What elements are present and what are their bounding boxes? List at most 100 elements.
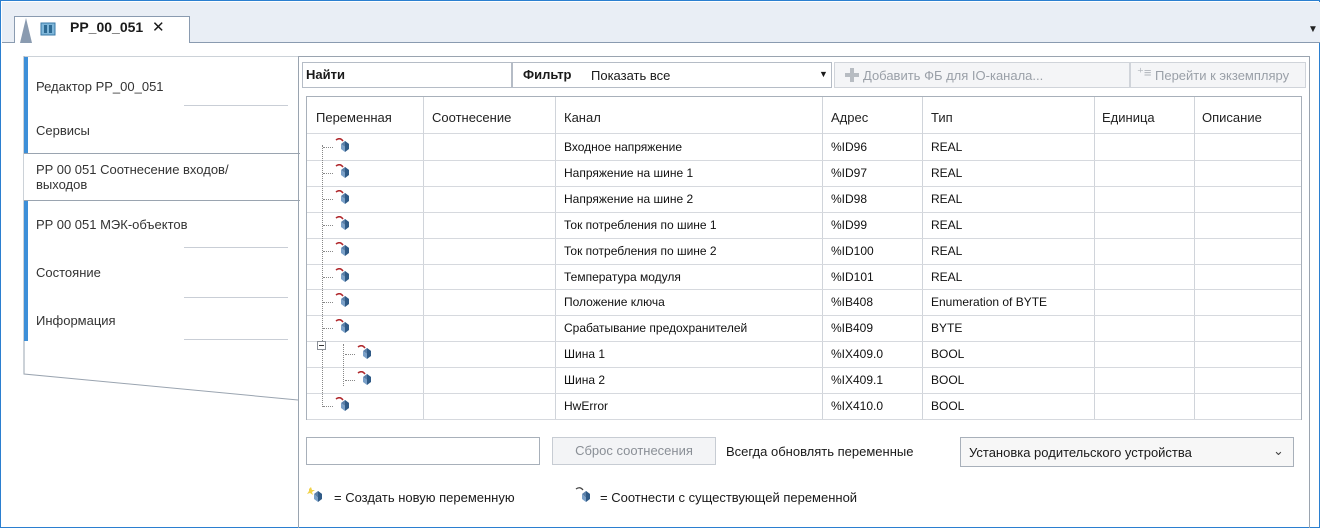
cell-channel: Шина 2 bbox=[564, 373, 606, 387]
goto-instance-label: Перейти к экземпляру bbox=[1155, 68, 1290, 83]
add-fb-label: Добавить ФБ для IO-канала... bbox=[863, 68, 1044, 83]
nav-item-services[interactable]: Сервисы bbox=[24, 109, 298, 153]
device-icon bbox=[40, 22, 56, 36]
col-header-mapping[interactable]: Соотнесение bbox=[432, 110, 511, 125]
cell-address: %ID101 bbox=[831, 270, 874, 284]
variable-icon[interactable] bbox=[334, 242, 354, 258]
main-pane-border bbox=[298, 56, 299, 528]
variable-icon[interactable] bbox=[334, 138, 354, 154]
tree-branch bbox=[323, 199, 333, 201]
nav-accent bbox=[24, 201, 28, 249]
cell-address: %IB409 bbox=[831, 321, 874, 335]
variable-icon[interactable] bbox=[334, 216, 354, 232]
cell-channel: Ток потребления по шине 2 bbox=[564, 244, 717, 258]
nav-divider bbox=[184, 297, 288, 298]
always-update-label: Всегда обновлять переменные bbox=[726, 444, 914, 459]
filter-value: Показать все bbox=[591, 68, 671, 83]
legend-new-var: = Создать новую переменную bbox=[334, 490, 515, 505]
tree-branch bbox=[323, 147, 333, 149]
nav-accent bbox=[24, 57, 28, 109]
table-row[interactable] bbox=[307, 289, 1301, 315]
tree-branch bbox=[323, 251, 333, 253]
map-existing-icon bbox=[575, 487, 590, 502]
goto-instance-icon: ⁺≡ bbox=[1137, 65, 1152, 80]
nav-item-status[interactable]: Состояние bbox=[24, 249, 298, 299]
variable-icon[interactable] bbox=[334, 268, 354, 284]
collapse-toggle[interactable] bbox=[317, 341, 326, 350]
cell-channel: Шина 1 bbox=[564, 347, 606, 361]
col-header-address[interactable]: Адрес bbox=[831, 110, 868, 125]
cell-address: %ID97 bbox=[831, 166, 868, 180]
nav-item-iec-objects[interactable]: PP 00 051 МЭК-объектов bbox=[24, 201, 298, 249]
nav-item-label: Редактор PP_00_051 bbox=[36, 79, 164, 94]
col-header-channel[interactable]: Канал bbox=[564, 110, 601, 125]
col-header-description[interactable]: Описание bbox=[1202, 110, 1262, 125]
col-header-variable[interactable]: Переменная bbox=[316, 110, 392, 125]
tab-slant bbox=[20, 18, 32, 43]
variable-icon[interactable] bbox=[356, 345, 376, 361]
nav-item-io-mapping[interactable]: PP 00 051 Соотнесение входов/выходов bbox=[24, 153, 300, 201]
table-row[interactable] bbox=[307, 212, 1301, 238]
nav-divider bbox=[184, 105, 288, 106]
variable-icon[interactable] bbox=[334, 397, 354, 413]
cell-address: %IX409.0 bbox=[831, 347, 884, 361]
cell-type: REAL bbox=[931, 166, 963, 180]
cell-channel: HwError bbox=[564, 399, 608, 413]
table-row[interactable] bbox=[307, 341, 1301, 367]
tree-line bbox=[322, 145, 324, 407]
nav-item-editor[interactable]: Редактор PP_00_051 bbox=[24, 57, 298, 109]
variable-icon[interactable] bbox=[356, 371, 376, 387]
cell-channel: Напряжение на шине 2 bbox=[564, 192, 694, 206]
cell-type: BOOL bbox=[931, 373, 965, 387]
variable-icon[interactable] bbox=[334, 293, 354, 309]
filter-dropdown[interactable]: Фильтр Показать все ▼ bbox=[512, 62, 832, 88]
cell-type: REAL bbox=[931, 140, 963, 154]
nav-divider bbox=[184, 247, 288, 248]
update-mode-select[interactable]: Установка родительского устройства ⌄ bbox=[960, 437, 1294, 467]
table-row[interactable] bbox=[307, 264, 1301, 290]
col-header-unit[interactable]: Единица bbox=[1102, 110, 1155, 125]
tree-branch bbox=[323, 173, 333, 175]
chevron-down-icon: ▼ bbox=[819, 69, 828, 79]
col-header-type[interactable]: Тип bbox=[931, 110, 953, 125]
add-fb-button[interactable]: Добавить ФБ для IO-канала... bbox=[834, 62, 1130, 88]
tree-branch bbox=[345, 380, 355, 382]
table-row[interactable] bbox=[307, 315, 1301, 341]
close-icon[interactable]: ✕ bbox=[152, 18, 165, 36]
cell-channel: Срабатывание предохранителей bbox=[564, 321, 748, 335]
cell-type: REAL bbox=[931, 270, 963, 284]
legend-map-existing: = Соотнести с существующей переменной bbox=[600, 490, 858, 505]
tree-branch bbox=[323, 277, 333, 279]
table-row[interactable] bbox=[307, 160, 1301, 186]
nav-item-info[interactable]: Информация bbox=[24, 299, 298, 341]
table-row[interactable] bbox=[307, 186, 1301, 212]
chevron-down-icon[interactable]: ▼ bbox=[1308, 24, 1318, 35]
cell-type: REAL bbox=[931, 192, 963, 206]
tree-line bbox=[343, 344, 345, 386]
mapping-input[interactable] bbox=[306, 437, 540, 465]
main-pane-top bbox=[298, 56, 1310, 57]
goto-instance-button[interactable]: ⁺≡ Перейти к экземпляру bbox=[1130, 62, 1306, 88]
table-row[interactable] bbox=[307, 238, 1301, 264]
tree-branch bbox=[323, 225, 333, 227]
nav-accent bbox=[24, 249, 28, 299]
tree-branch bbox=[323, 328, 333, 330]
reset-mapping-button[interactable]: Сброс соотнесения bbox=[552, 437, 716, 465]
variable-icon[interactable] bbox=[334, 190, 354, 206]
variable-icon[interactable] bbox=[334, 164, 354, 180]
table-row[interactable] bbox=[307, 134, 1301, 160]
variable-icon[interactable] bbox=[334, 319, 354, 335]
nav-item-label: PP 00 051 МЭК-объектов bbox=[36, 217, 188, 232]
tab-strip-divider bbox=[2, 42, 1320, 43]
nav-item-label: Информация bbox=[36, 313, 116, 328]
cell-type: BOOL bbox=[931, 347, 965, 361]
table-row[interactable] bbox=[307, 393, 1301, 419]
tree-branch bbox=[323, 406, 333, 408]
table-row[interactable] bbox=[307, 367, 1301, 393]
cell-address: %ID98 bbox=[831, 192, 868, 206]
minus-glyph bbox=[319, 345, 324, 346]
cell-type: REAL bbox=[931, 244, 963, 258]
chevron-down-icon: ⌄ bbox=[1273, 443, 1284, 458]
cell-type: BOOL bbox=[931, 399, 965, 413]
search-input[interactable]: Найти bbox=[302, 62, 512, 88]
